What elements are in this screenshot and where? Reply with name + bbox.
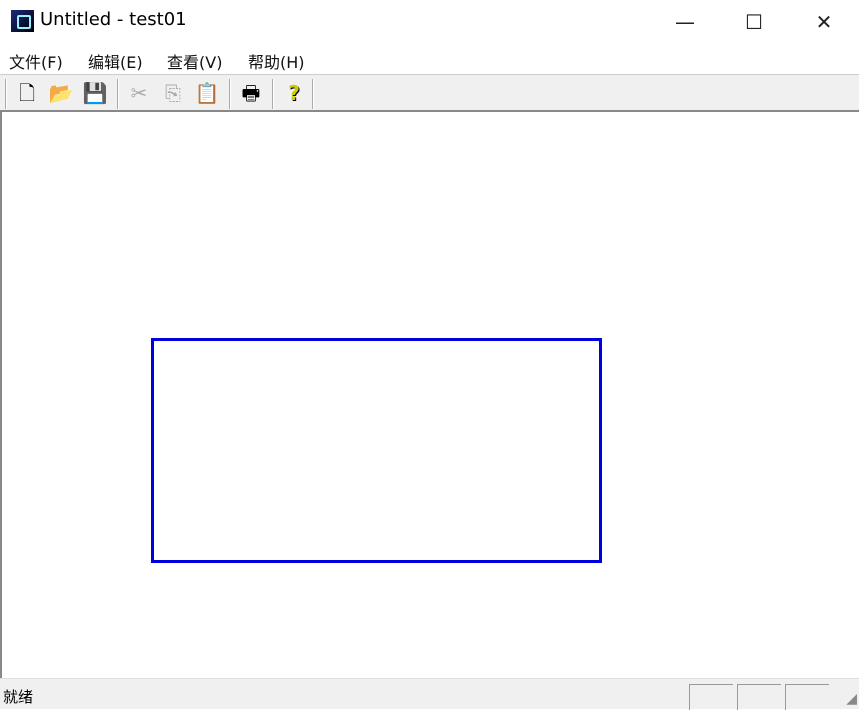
toolbar-separator — [312, 79, 314, 109]
cut-icon[interactable]: ✂ — [126, 80, 152, 106]
toolbar-grip — [5, 79, 7, 109]
menu-bar: 文件(F) 编辑(E) 查看(V) 帮助(H) — [0, 44, 859, 74]
status-pane — [689, 684, 733, 710]
toolbar-separator — [117, 79, 119, 109]
new-file-icon[interactable]: 🗋 — [14, 80, 40, 106]
blue-rectangle — [151, 338, 602, 563]
menu-view[interactable]: 查看(V) — [167, 49, 222, 73]
toolbar: 🗋 📂 💾 ✂ ⎘ 📋 🖶 ? — [0, 74, 859, 112]
menu-file[interactable]: 文件(F) — [9, 49, 63, 73]
status-pane — [737, 684, 781, 710]
help-icon[interactable]: ? — [281, 80, 307, 106]
app-icon — [11, 10, 34, 32]
print-icon[interactable]: 🖶 — [238, 80, 264, 106]
status-text: 就绪 — [3, 688, 34, 706]
minimize-button[interactable]: — — [650, 0, 720, 44]
toolbar-separator — [272, 79, 274, 109]
close-button[interactable]: ✕ — [789, 0, 859, 44]
save-icon[interactable]: 💾 — [82, 80, 108, 106]
toolbar-separator — [229, 79, 231, 109]
resize-grip-icon[interactable]: ◢ — [846, 691, 857, 707]
open-folder-icon[interactable]: 📂 — [48, 80, 74, 106]
copy-icon[interactable]: ⎘ — [160, 80, 186, 106]
status-bar: 就绪 ◢ — [0, 678, 859, 710]
menu-help[interactable]: 帮助(H) — [248, 49, 305, 73]
maximize-button[interactable]: ☐ — [719, 0, 789, 44]
window-title: Untitled - test01 — [40, 9, 187, 30]
paste-icon[interactable]: 📋 — [194, 80, 220, 106]
status-pane — [785, 684, 829, 710]
menu-edit[interactable]: 编辑(E) — [88, 49, 143, 73]
title-bar: Untitled - test01 — ☐ ✕ — [0, 0, 859, 44]
